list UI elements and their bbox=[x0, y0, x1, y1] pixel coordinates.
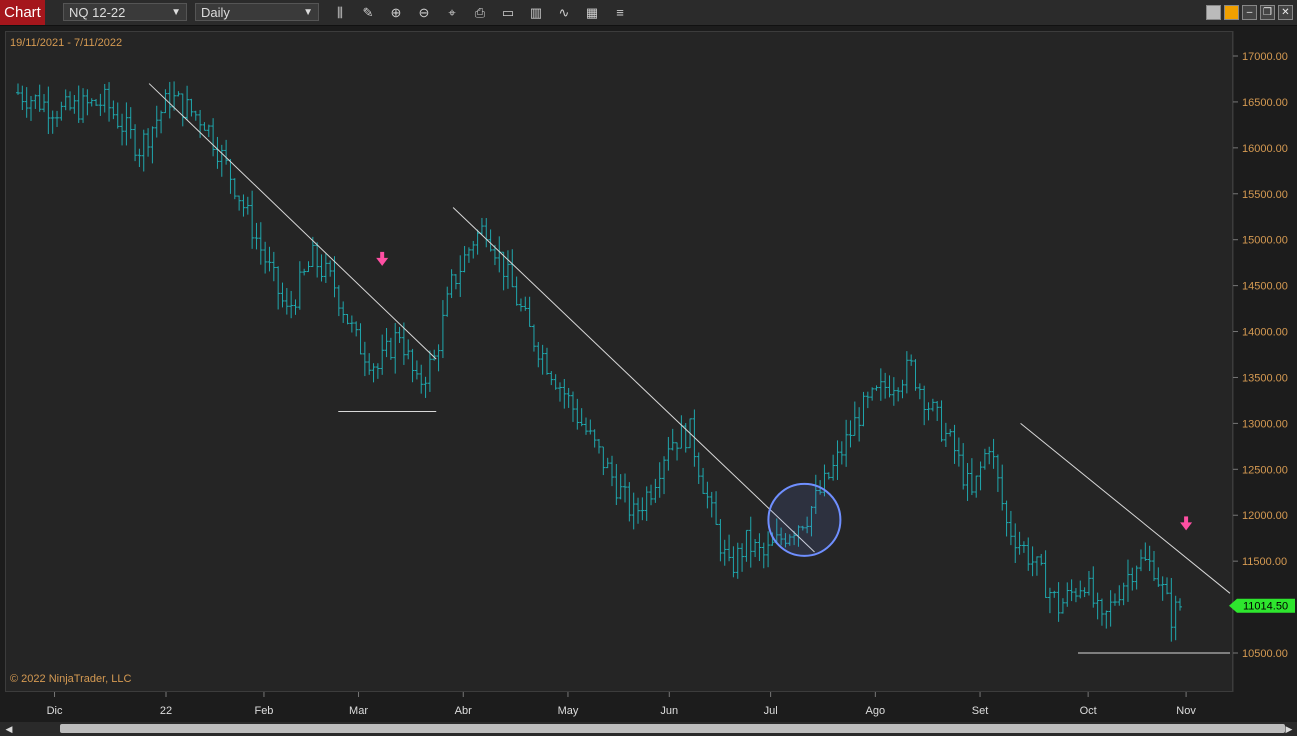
x-tick-label: Ago bbox=[866, 705, 886, 717]
x-tick-label: Mar bbox=[349, 705, 368, 717]
y-tick-label: 15500.00 bbox=[1242, 189, 1288, 201]
down-arrow-icon bbox=[1180, 516, 1193, 531]
y-tick-label: 16500.00 bbox=[1242, 97, 1288, 109]
x-tick-label: May bbox=[558, 705, 579, 717]
y-tick-label: 15000.00 bbox=[1242, 235, 1288, 247]
x-tick-label: Oct bbox=[1080, 705, 1097, 717]
y-tick-label: 16000.00 bbox=[1242, 143, 1288, 155]
x-tick-label: Set bbox=[972, 705, 989, 717]
scroll-thumb[interactable] bbox=[60, 724, 1285, 733]
x-tick-label: Feb bbox=[254, 705, 273, 717]
scroll-right-icon[interactable]: ▶ bbox=[1282, 722, 1296, 736]
down-arrow-icon bbox=[376, 251, 389, 266]
y-tick-label: 13000.00 bbox=[1242, 418, 1288, 430]
date-range-label: 19/11/2021 - 7/11/2022 bbox=[10, 37, 123, 49]
x-tick-label: Abr bbox=[455, 705, 472, 717]
y-tick-label: 12000.00 bbox=[1242, 510, 1288, 522]
y-tick-label: 17000.00 bbox=[1242, 51, 1288, 63]
current-price-label: 11014.50 bbox=[1243, 601, 1288, 613]
y-tick-label: 14000.00 bbox=[1242, 327, 1288, 339]
trendline bbox=[148, 83, 437, 360]
y-tick-label: 14500.00 bbox=[1242, 281, 1288, 293]
y-tick-label: 13500.00 bbox=[1242, 372, 1288, 384]
scroll-left-icon[interactable]: ◀ bbox=[2, 722, 16, 736]
trendline bbox=[1020, 422, 1231, 594]
highlight-circle bbox=[767, 482, 842, 557]
x-tick-label: Jun bbox=[660, 705, 678, 717]
x-tick-label: Nov bbox=[1176, 705, 1196, 717]
y-tick-label: 10500.00 bbox=[1242, 648, 1288, 660]
y-tick-label: 11500.00 bbox=[1242, 556, 1287, 568]
y-tick-label: 12500.00 bbox=[1242, 464, 1288, 476]
x-tick-label: 22 bbox=[160, 705, 172, 717]
x-tick-label: Dic bbox=[47, 705, 63, 717]
horizontal-scrollbar[interactable]: ◀ ▶ bbox=[0, 722, 1297, 736]
price-chart[interactable]: 17000.00 16500.00 16000.00 15500.00 15000.00… bbox=[0, 0, 1297, 722]
x-tick-label: Jul bbox=[764, 705, 778, 717]
copyright-label: © 2022 NinjaTrader, LLC bbox=[10, 673, 132, 685]
